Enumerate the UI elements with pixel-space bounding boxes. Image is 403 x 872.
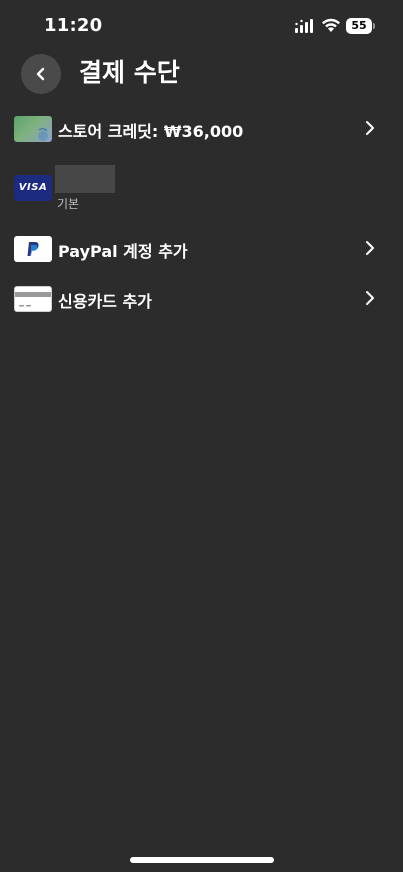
battery-icon: 55 [346,18,376,34]
visa-card-icon: VISA [14,175,52,201]
back-button[interactable] [21,54,61,94]
wifi-icon [322,18,340,32]
paypal-icon [14,236,52,262]
battery-level: 55 [346,18,372,34]
default-label: 기본 [57,197,80,211]
home-indicator[interactable] [130,857,274,863]
store-credit-row[interactable]: 스토어 크레딧: ₩36,000 [0,107,403,151]
chevron-right-icon [366,291,374,305]
page-title: 결제 수단 [79,58,180,87]
add-credit-card-row[interactable]: 신용카드 추가 [0,276,403,320]
add-paypal-label: PayPal 계정 추가 [58,242,188,261]
add-credit-card-label: 신용카드 추가 [58,292,152,311]
redacted-card-number [55,165,115,193]
credit-card-icon [14,286,52,312]
status-time: 11:20 [44,15,103,36]
add-paypal-row[interactable]: PayPal 계정 추가 [0,226,403,270]
chevron-right-icon [366,121,374,135]
store-credit-label: 스토어 크레딧: ₩36,000 [58,122,244,141]
gift-card-icon [14,116,52,142]
chevron-right-icon [366,241,374,255]
battery-tip [373,23,375,29]
cellular-signal-icon [295,19,313,33]
payment-methods-screen: 11:20 55 결제 수단 스토어 크레딧: ₩36,000 VISA 기본 … [0,0,403,872]
chevron-left-icon [36,67,45,81]
status-bar: 11:20 55 [0,0,403,50]
